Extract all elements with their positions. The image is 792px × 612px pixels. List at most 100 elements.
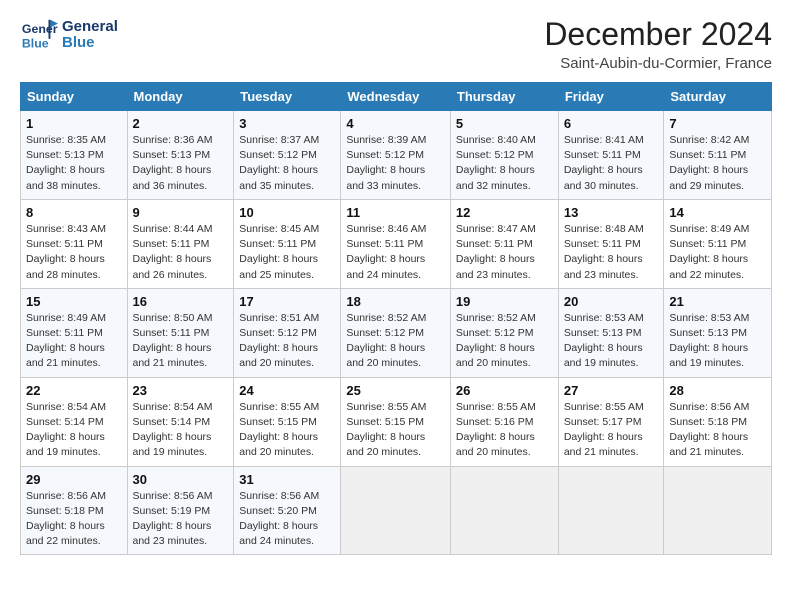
day-info: Sunrise: 8:36 AMSunset: 5:13 PMDaylight:… <box>133 133 229 194</box>
day-cell: 7 Sunrise: 8:42 AMSunset: 5:11 PMDaylight… <box>664 111 772 200</box>
day-number: 30 <box>133 472 229 487</box>
day-number: 18 <box>346 294 445 309</box>
day-info: Sunrise: 8:53 AMSunset: 5:13 PMDaylight:… <box>669 311 766 372</box>
day-info: Sunrise: 8:52 AMSunset: 5:12 PMDaylight:… <box>346 311 445 372</box>
logo-icon: General Blue <box>20 16 58 54</box>
day-info: Sunrise: 8:41 AMSunset: 5:11 PMDaylight:… <box>564 133 659 194</box>
day-number: 2 <box>133 116 229 131</box>
month-title: December 2024 <box>544 16 772 53</box>
day-number: 13 <box>564 205 659 220</box>
day-number: 28 <box>669 383 766 398</box>
day-number: 29 <box>26 472 122 487</box>
day-cell: 19Sunrise: 8:52 AMSunset: 5:12 PMDayligh… <box>450 288 558 377</box>
day-cell: 23 Sunrise: 8:54 AMSunset: 5:14 PMDayligh… <box>127 377 234 466</box>
day-number: 3 <box>239 116 335 131</box>
day-info: Sunrise: 8:45 AMSunset: 5:11 PMDaylight:… <box>239 222 335 283</box>
day-info: Sunrise: 8:49 AMSunset: 5:11 PMDaylight:… <box>669 222 766 283</box>
day-number: 1 <box>26 116 122 131</box>
day-cell: 1 Sunrise: 8:35 AMSunset: 5:13 PMDaylight… <box>21 111 128 200</box>
day-cell: 31 Sunrise: 8:56 AMSunset: 5:20 PMDayligh… <box>234 466 341 555</box>
day-number: 5 <box>456 116 553 131</box>
svg-text:Blue: Blue <box>22 36 49 50</box>
header-cell-monday: Monday <box>127 83 234 111</box>
calendar-table: SundayMondayTuesdayWednesdayThursdayFrid… <box>20 82 772 555</box>
day-cell: 12Sunrise: 8:47 AMSunset: 5:11 PMDayligh… <box>450 199 558 288</box>
day-info: Sunrise: 8:55 AMSunset: 5:16 PMDaylight:… <box>456 400 553 461</box>
day-cell: 29 Sunrise: 8:56 AMSunset: 5:18 PMDayligh… <box>21 466 128 555</box>
day-cell: 5Sunrise: 8:40 AMSunset: 5:12 PMDaylight… <box>450 111 558 200</box>
day-info: Sunrise: 8:55 AMSunset: 5:15 PMDaylight:… <box>239 400 335 461</box>
page-header: General Blue General Blue December 2024 … <box>20 16 772 72</box>
day-info: Sunrise: 8:54 AMSunset: 5:14 PMDaylight:… <box>133 400 229 461</box>
day-number: 26 <box>456 383 553 398</box>
day-number: 7 <box>669 116 766 131</box>
day-cell: 10 Sunrise: 8:45 AMSunset: 5:11 PMDayligh… <box>234 199 341 288</box>
header-cell-saturday: Saturday <box>664 83 772 111</box>
day-number: 23 <box>133 383 229 398</box>
day-number: 9 <box>133 205 229 220</box>
day-number: 22 <box>26 383 122 398</box>
day-number: 25 <box>346 383 445 398</box>
day-number: 24 <box>239 383 335 398</box>
day-info: Sunrise: 8:53 AMSunset: 5:13 PMDaylight:… <box>564 311 659 372</box>
day-cell: 11 Sunrise: 8:46 AMSunset: 5:11 PMDayligh… <box>341 199 451 288</box>
day-info: Sunrise: 8:51 AMSunset: 5:12 PMDaylight:… <box>239 311 335 372</box>
week-row-5: 29 Sunrise: 8:56 AMSunset: 5:18 PMDayligh… <box>21 466 772 555</box>
day-info: Sunrise: 8:55 AMSunset: 5:17 PMDaylight:… <box>564 400 659 461</box>
day-info: Sunrise: 8:42 AMSunset: 5:11 PMDaylight:… <box>669 133 766 194</box>
header-cell-friday: Friday <box>558 83 664 111</box>
week-row-1: 1 Sunrise: 8:35 AMSunset: 5:13 PMDaylight… <box>21 111 772 200</box>
logo-general-text: General <box>62 19 118 36</box>
day-info: Sunrise: 8:49 AMSunset: 5:11 PMDaylight:… <box>26 311 122 372</box>
day-cell: 26 Sunrise: 8:55 AMSunset: 5:16 PMDayligh… <box>450 377 558 466</box>
day-cell <box>664 466 772 555</box>
day-number: 11 <box>346 205 445 220</box>
day-info: Sunrise: 8:50 AMSunset: 5:11 PMDaylight:… <box>133 311 229 372</box>
header-cell-wednesday: Wednesday <box>341 83 451 111</box>
logo-blue-text: Blue <box>62 35 118 52</box>
logo-text: General Blue <box>62 19 118 52</box>
day-info: Sunrise: 8:37 AMSunset: 5:12 PMDaylight:… <box>239 133 335 194</box>
day-number: 14 <box>669 205 766 220</box>
day-cell: 17 Sunrise: 8:51 AMSunset: 5:12 PMDayligh… <box>234 288 341 377</box>
day-cell: 3 Sunrise: 8:37 AMSunset: 5:12 PMDaylight… <box>234 111 341 200</box>
day-info: Sunrise: 8:35 AMSunset: 5:13 PMDaylight:… <box>26 133 122 194</box>
day-cell: 24 Sunrise: 8:55 AMSunset: 5:15 PMDayligh… <box>234 377 341 466</box>
day-info: Sunrise: 8:44 AMSunset: 5:11 PMDaylight:… <box>133 222 229 283</box>
day-number: 6 <box>564 116 659 131</box>
day-info: Sunrise: 8:43 AMSunset: 5:11 PMDaylight:… <box>26 222 122 283</box>
day-info: Sunrise: 8:56 AMSunset: 5:20 PMDaylight:… <box>239 489 335 550</box>
day-cell: 13 Sunrise: 8:48 AMSunset: 5:11 PMDayligh… <box>558 199 664 288</box>
day-number: 20 <box>564 294 659 309</box>
day-cell: 14 Sunrise: 8:49 AMSunset: 5:11 PMDayligh… <box>664 199 772 288</box>
day-number: 31 <box>239 472 335 487</box>
day-number: 27 <box>564 383 659 398</box>
day-info: Sunrise: 8:52 AMSunset: 5:12 PMDaylight:… <box>456 311 553 372</box>
day-cell <box>341 466 451 555</box>
day-cell: 30 Sunrise: 8:56 AMSunset: 5:19 PMDayligh… <box>127 466 234 555</box>
day-number: 17 <box>239 294 335 309</box>
day-info: Sunrise: 8:56 AMSunset: 5:18 PMDaylight:… <box>669 400 766 461</box>
day-number: 21 <box>669 294 766 309</box>
header-cell-sunday: Sunday <box>21 83 128 111</box>
day-info: Sunrise: 8:46 AMSunset: 5:11 PMDaylight:… <box>346 222 445 283</box>
day-number: 12 <box>456 205 553 220</box>
day-number: 10 <box>239 205 335 220</box>
day-info: Sunrise: 8:55 AMSunset: 5:15 PMDaylight:… <box>346 400 445 461</box>
location: Saint-Aubin-du-Cormier, France <box>544 55 772 72</box>
day-cell: 16Sunrise: 8:50 AMSunset: 5:11 PMDayligh… <box>127 288 234 377</box>
day-cell: 20 Sunrise: 8:53 AMSunset: 5:13 PMDayligh… <box>558 288 664 377</box>
logo: General Blue General Blue <box>20 16 118 54</box>
day-info: Sunrise: 8:56 AMSunset: 5:18 PMDaylight:… <box>26 489 122 550</box>
day-cell: 28 Sunrise: 8:56 AMSunset: 5:18 PMDayligh… <box>664 377 772 466</box>
week-row-2: 8Sunrise: 8:43 AMSunset: 5:11 PMDaylight… <box>21 199 772 288</box>
day-cell: 4Sunrise: 8:39 AMSunset: 5:12 PMDaylight… <box>341 111 451 200</box>
day-info: Sunrise: 8:39 AMSunset: 5:12 PMDaylight:… <box>346 133 445 194</box>
week-row-4: 22 Sunrise: 8:54 AMSunset: 5:14 PMDayligh… <box>21 377 772 466</box>
day-number: 15 <box>26 294 122 309</box>
day-info: Sunrise: 8:48 AMSunset: 5:11 PMDaylight:… <box>564 222 659 283</box>
day-info: Sunrise: 8:56 AMSunset: 5:19 PMDaylight:… <box>133 489 229 550</box>
day-cell: 2 Sunrise: 8:36 AMSunset: 5:13 PMDaylight… <box>127 111 234 200</box>
day-cell: 21 Sunrise: 8:53 AMSunset: 5:13 PMDayligh… <box>664 288 772 377</box>
day-cell: 18 Sunrise: 8:52 AMSunset: 5:12 PMDayligh… <box>341 288 451 377</box>
